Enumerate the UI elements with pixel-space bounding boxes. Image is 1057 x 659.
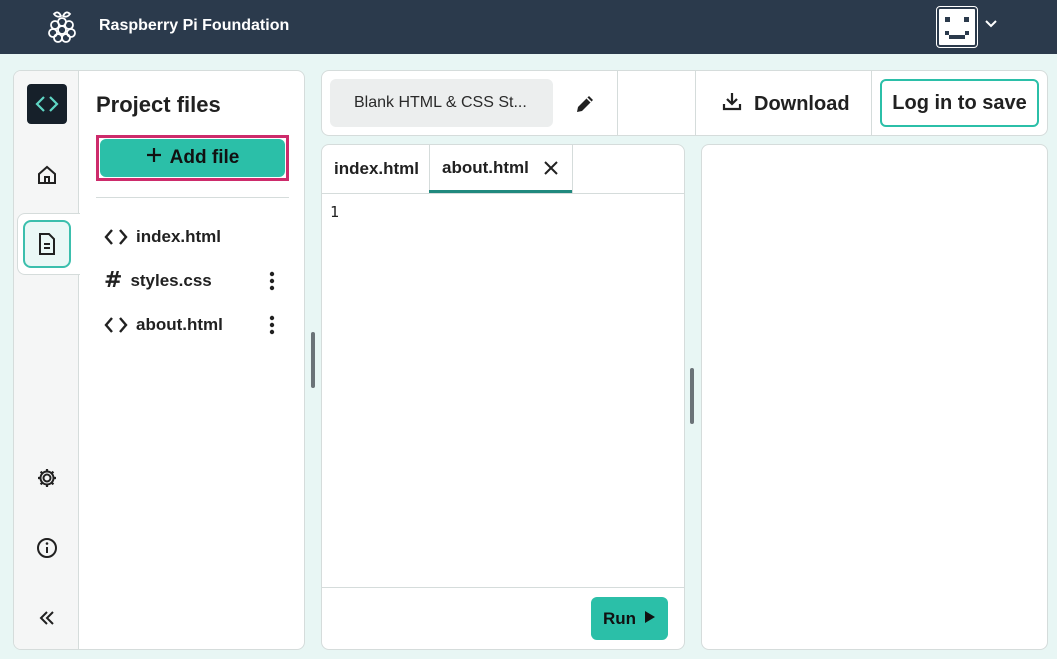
project-files-title: Project files <box>96 92 221 117</box>
download-label: Download <box>754 92 850 115</box>
tab-about-html[interactable]: about.html <box>429 145 572 193</box>
kebab-menu-icon[interactable] <box>260 269 284 293</box>
info-icon[interactable] <box>23 524 71 572</box>
run-button[interactable]: Run <box>591 597 668 640</box>
add-file-label: Add file <box>169 147 240 168</box>
file-name: about.html <box>136 315 223 334</box>
add-file-highlight: Add file <box>96 135 289 181</box>
top-bar: Raspberry Pi Foundation <box>0 0 1057 54</box>
kebab-menu-icon[interactable] <box>260 313 284 337</box>
editor-footer: Run <box>322 587 684 649</box>
smiley-avatar-icon[interactable] <box>936 6 978 48</box>
brand-name[interactable]: Raspberry Pi Foundation <box>99 17 289 35</box>
file-item-about[interactable]: about.html <box>104 310 284 340</box>
sidebar-panel: Project files Add file index.html # styl… <box>13 70 305 650</box>
code-editor-panel: index.html about.html 1 Run <box>321 144 685 650</box>
pencil-icon[interactable] <box>571 91 599 117</box>
divider <box>871 71 872 135</box>
editor-tabs: index.html about.html <box>322 145 684 194</box>
project-toolbar: Blank HTML & CSS St... Download Log in t… <box>321 70 1048 136</box>
line-number: 1 <box>330 203 340 221</box>
raspberry-logo-icon[interactable] <box>44 8 80 46</box>
sidebar-rail <box>14 71 80 649</box>
sidebar-resize-handle[interactable] <box>311 332 315 388</box>
play-icon <box>644 609 656 629</box>
gear-icon[interactable] <box>23 454 71 502</box>
divider <box>617 71 618 135</box>
add-file-button[interactable]: Add file <box>100 139 285 177</box>
run-label: Run <box>602 608 637 628</box>
code-brackets-icon <box>104 313 128 337</box>
file-icon[interactable] <box>23 220 71 268</box>
divider <box>695 71 696 135</box>
close-icon[interactable] <box>543 160 559 176</box>
editor-resize-handle[interactable] <box>690 368 694 424</box>
code-brackets-icon <box>104 225 128 249</box>
download-button[interactable]: Download <box>722 87 850 121</box>
chevron-down-icon[interactable] <box>984 17 998 31</box>
tab-label: index.html <box>334 159 420 178</box>
file-item-index[interactable]: index.html <box>104 222 284 252</box>
hash-icon: # <box>104 268 123 293</box>
divider <box>96 197 289 198</box>
tab-label: about.html <box>442 157 529 177</box>
project-files-pane: Project files Add file index.html # styl… <box>80 71 304 649</box>
divider <box>572 145 573 193</box>
file-name: index.html <box>136 227 222 246</box>
home-icon[interactable] <box>23 151 71 199</box>
file-item-styles[interactable]: # styles.css <box>104 266 284 296</box>
log-in-button[interactable]: Log in to save <box>880 79 1039 127</box>
plus-icon <box>146 147 162 169</box>
code-logo-icon <box>27 84 67 124</box>
download-icon <box>722 91 742 117</box>
file-name: styles.css <box>130 271 212 290</box>
tab-index-html[interactable]: index.html <box>334 145 419 193</box>
output-preview-panel <box>701 144 1048 650</box>
collapse-icon[interactable] <box>23 594 71 642</box>
project-name[interactable]: Blank HTML & CSS St... <box>330 79 553 127</box>
